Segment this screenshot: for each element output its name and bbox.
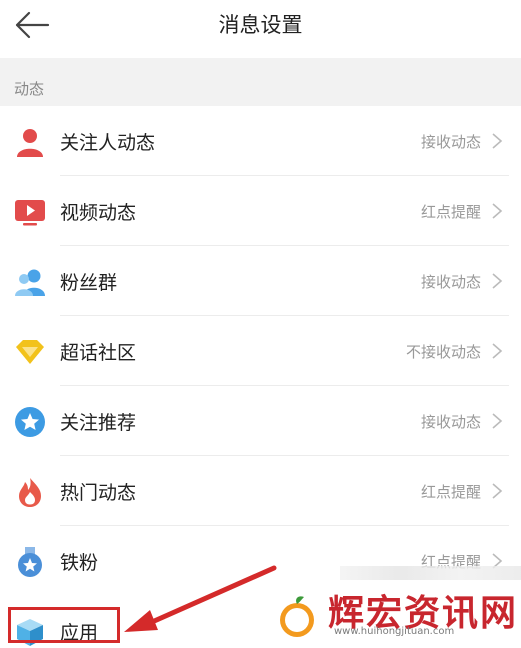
watermark-url: www.huihongjituan.com — [334, 626, 455, 637]
watermark-logo: 辉宏资讯网 www.huihongjituan.com — [272, 582, 521, 648]
annotation-arrow-icon — [124, 565, 277, 632]
fruit-logo-icon — [280, 596, 314, 637]
blurred-area — [340, 566, 521, 580]
